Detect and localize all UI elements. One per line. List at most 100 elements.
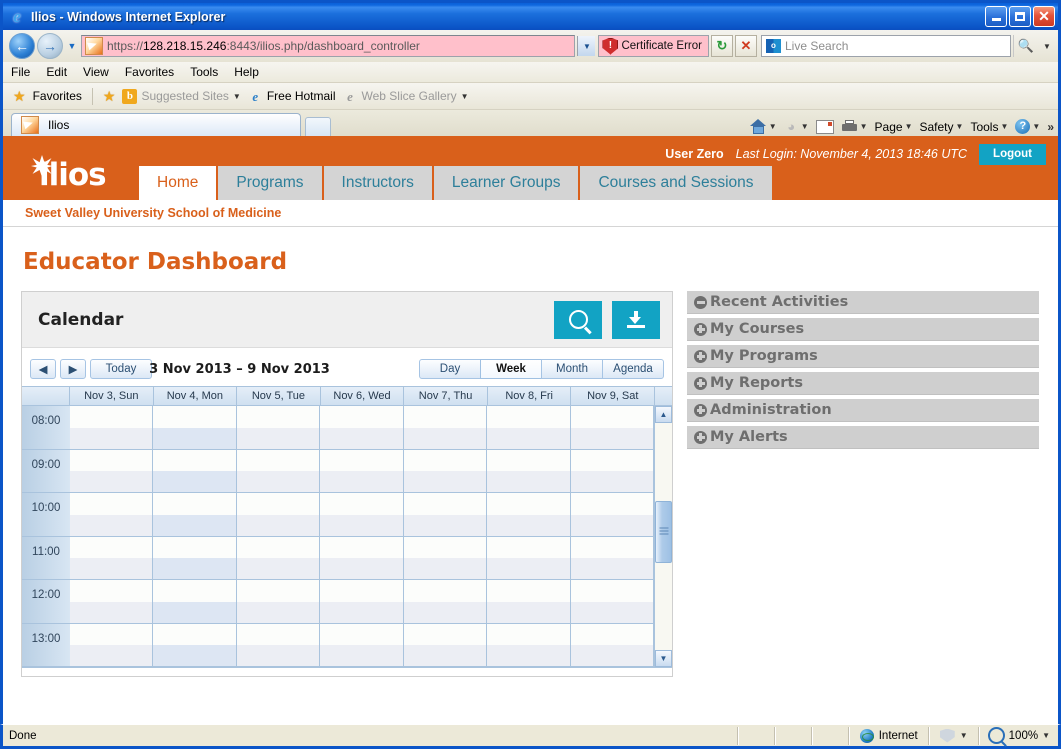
calendar-time-cell[interactable] [70, 493, 153, 515]
calendar-day-header[interactable]: Nov 9, Sat [571, 387, 656, 405]
calendar-day-header[interactable]: Nov 4, Mon [154, 387, 238, 405]
calendar-time-cell[interactable] [153, 536, 236, 559]
favorites-item-free-hotmail[interactable]: e Free Hotmail [248, 89, 335, 104]
calendar-day-header[interactable]: Nov 8, Fri [488, 387, 572, 405]
calendar-time-cell[interactable] [70, 536, 153, 559]
calendar-time-cell[interactable] [153, 406, 236, 428]
calendar-time-cell[interactable] [403, 601, 487, 624]
calendar-time-cell[interactable] [487, 558, 570, 580]
calendar-time-cell[interactable] [320, 427, 403, 450]
search-input[interactable]: o Live Search [761, 35, 1011, 57]
calendar-time-cell[interactable] [153, 514, 236, 537]
calendar-time-cell[interactable] [236, 406, 320, 428]
sidebar-panel-my-programs[interactable]: My Programs [687, 345, 1039, 368]
calendar-day-column[interactable] [570, 406, 654, 667]
calendar-time-cell[interactable] [403, 471, 487, 493]
calendar-time-cell[interactable] [236, 449, 320, 472]
feeds-button[interactable]: ◕ ▼ [782, 119, 811, 134]
calendar-time-cell[interactable] [320, 580, 403, 602]
logout-button[interactable]: Logout [979, 144, 1046, 165]
page-menu[interactable]: Page ▼ [873, 120, 915, 134]
calendar-day-header[interactable]: Nov 6, Wed [321, 387, 405, 405]
calendar-time-cell[interactable] [320, 536, 403, 559]
calendar-time-cell[interactable] [403, 449, 487, 472]
calendar-time-cell[interactable] [70, 601, 153, 624]
menu-item-favorites[interactable]: Favorites [125, 65, 174, 79]
calendar-time-cell[interactable] [570, 623, 653, 646]
maximize-button[interactable] [1009, 6, 1031, 27]
calendar-time-cell[interactable] [153, 493, 236, 515]
menu-item-edit[interactable]: Edit [46, 65, 67, 79]
home-button[interactable]: ▼ [748, 119, 779, 134]
calendar-time-cell[interactable] [570, 449, 653, 472]
calendar-time-cell[interactable] [70, 406, 153, 428]
calendar-time-cell[interactable] [320, 601, 403, 624]
calendar-time-cell[interactable] [320, 406, 403, 428]
calendar-time-cell[interactable] [487, 601, 570, 624]
menu-item-view[interactable]: View [83, 65, 109, 79]
ilios-logo[interactable]: ilios [25, 153, 121, 198]
menu-item-tools[interactable]: Tools [190, 65, 218, 79]
calendar-time-cell[interactable] [570, 645, 653, 667]
calendar-time-cell[interactable] [570, 580, 653, 602]
stop-button[interactable]: ✕ [735, 35, 757, 57]
new-tab-button[interactable] [305, 117, 331, 136]
minimize-button[interactable] [985, 6, 1007, 27]
menu-item-file[interactable]: File [11, 65, 30, 79]
safety-menu[interactable]: Safety ▼ [918, 120, 966, 134]
calendar-time-cell[interactable] [236, 580, 320, 602]
calendar-view-day[interactable]: Day [419, 359, 481, 379]
calendar-day-column[interactable] [70, 406, 154, 667]
calendar-time-cell[interactable] [570, 601, 653, 624]
scrollbar-thumb[interactable] [655, 501, 672, 563]
nav-tab-courses-and-sessions[interactable]: Courses and Sessions [580, 166, 774, 200]
calendar-time-cell[interactable] [70, 623, 153, 646]
calendar-time-cell[interactable] [570, 471, 653, 493]
refresh-button[interactable]: ↻ [711, 35, 733, 57]
calendar-time-cell[interactable] [403, 493, 487, 515]
calendar-time-cell[interactable] [70, 514, 153, 537]
search-go-button[interactable]: 🔍 [1013, 35, 1038, 57]
menu-item-help[interactable]: Help [234, 65, 259, 79]
calendar-time-cell[interactable] [487, 449, 570, 472]
zoom-control[interactable]: 100% ▼ [980, 727, 1058, 744]
calendar-time-cell[interactable] [320, 645, 403, 667]
favorites-button-label[interactable]: Favorites [33, 89, 82, 103]
calendar-day-header[interactable]: Nov 3, Sun [70, 387, 154, 405]
calendar-time-cell[interactable] [320, 558, 403, 580]
calendar-day-header[interactable]: Nov 5, Tue [237, 387, 321, 405]
calendar-day-column[interactable] [153, 406, 237, 667]
print-button[interactable]: ▼ [839, 119, 870, 134]
calendar-time-cell[interactable] [153, 601, 236, 624]
nav-tab-instructors[interactable]: Instructors [323, 166, 434, 200]
add-to-favorites-icon[interactable]: ★ [103, 89, 116, 103]
calendar-time-cell[interactable] [570, 514, 653, 537]
sidebar-panel-recent-activities[interactable]: Recent Activities [687, 291, 1039, 314]
calendar-download-button[interactable] [612, 300, 660, 339]
recent-pages-dropdown-icon[interactable]: ▼ [65, 41, 79, 51]
calendar-time-cell[interactable] [487, 406, 570, 428]
calendar-time-cell[interactable] [236, 471, 320, 493]
calendar-time-cell[interactable] [570, 558, 653, 580]
calendar-time-cell[interactable] [487, 471, 570, 493]
calendar-time-cell[interactable] [403, 406, 487, 428]
calendar-time-cell[interactable] [236, 623, 320, 646]
calendar-time-cell[interactable] [487, 536, 570, 559]
calendar-day-column[interactable] [320, 406, 404, 667]
calendar-time-cell[interactable] [487, 645, 570, 667]
nav-tab-learner-groups[interactable]: Learner Groups [433, 166, 581, 200]
tools-menu[interactable]: Tools ▼ [968, 120, 1010, 134]
calendar-scrollbar[interactable]: ▲ ▼ [654, 406, 672, 667]
calendar-today-button[interactable]: Today [90, 359, 152, 379]
calendar-time-cell[interactable] [403, 427, 487, 450]
calendar-search-button[interactable] [554, 300, 602, 339]
tab-ilios[interactable]: Ilios [11, 113, 301, 136]
calendar-time-cell[interactable] [70, 580, 153, 602]
search-provider-dropdown-icon[interactable]: ▼ [1040, 42, 1054, 51]
calendar-prev-button[interactable]: ◀ [30, 359, 56, 379]
calendar-time-cell[interactable] [487, 623, 570, 646]
calendar-time-cell[interactable] [153, 427, 236, 450]
calendar-time-cell[interactable] [236, 645, 320, 667]
calendar-time-cell[interactable] [236, 536, 320, 559]
calendar-time-cell[interactable] [236, 514, 320, 537]
